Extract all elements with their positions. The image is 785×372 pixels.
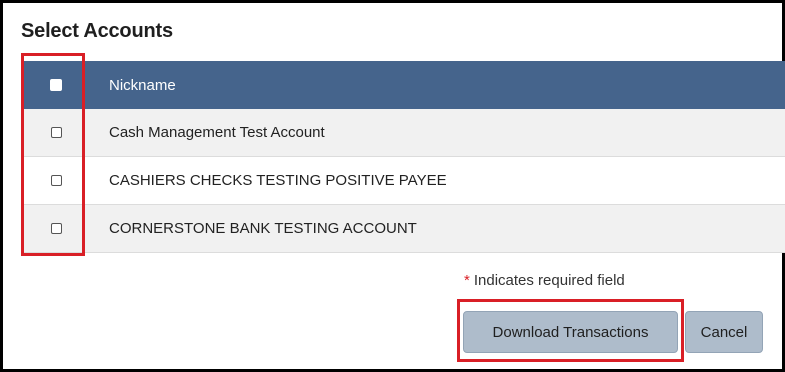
- accounts-table: Nickname Cash Management Test Account CA…: [21, 61, 785, 253]
- row-check-cell: [21, 109, 91, 156]
- row-checkbox[interactable]: [50, 223, 62, 234]
- download-transactions-button[interactable]: Download Transactions: [463, 311, 678, 353]
- row-check-cell: [21, 205, 91, 252]
- required-note-text: Indicates required field: [473, 272, 625, 289]
- select-all-checkbox[interactable]: [50, 79, 62, 91]
- column-header-nickname[interactable]: Nickname: [91, 77, 176, 94]
- section-title: Select Accounts: [21, 20, 173, 42]
- row-check-cell: [21, 157, 91, 204]
- select-all-cell: [21, 61, 91, 109]
- table-row[interactable]: Cash Management Test Account: [21, 109, 785, 157]
- required-star: *: [464, 272, 470, 289]
- account-nickname: CORNERSTONE BANK TESTING ACCOUNT: [109, 220, 417, 237]
- row-checkbox[interactable]: [50, 127, 62, 138]
- row-checkbox[interactable]: [50, 175, 62, 186]
- table-row[interactable]: CORNERSTONE BANK TESTING ACCOUNT: [21, 205, 785, 253]
- cancel-button[interactable]: Cancel: [685, 311, 763, 353]
- required-field-note: * Indicates required field: [464, 272, 625, 289]
- table-header-row: Nickname: [21, 61, 785, 109]
- account-nickname: CASHIERS CHECKS TESTING POSITIVE PAYEE: [109, 172, 447, 189]
- account-nickname: Cash Management Test Account: [109, 124, 325, 141]
- table-row[interactable]: CASHIERS CHECKS TESTING POSITIVE PAYEE: [21, 157, 785, 205]
